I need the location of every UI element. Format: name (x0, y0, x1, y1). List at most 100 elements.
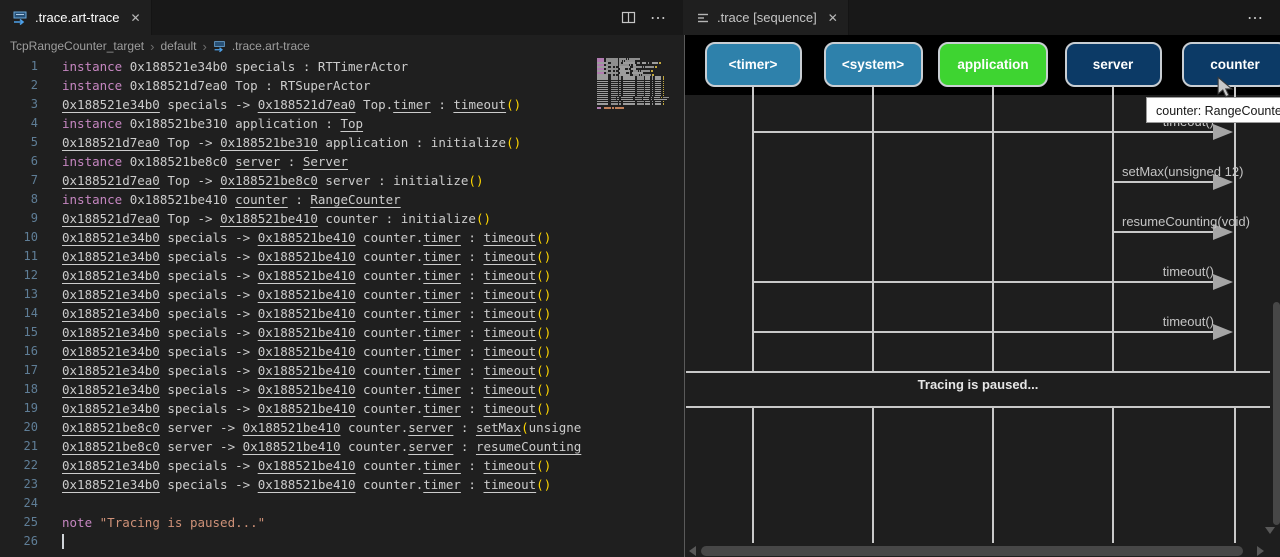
code-line[interactable]: 210x188521be8c0 server -> 0x188521be410 … (0, 437, 591, 456)
minimap-line (597, 103, 671, 105)
message-label: setMax(unsigned 12) (1122, 163, 1243, 180)
code-line[interactable]: 90x188521d7ea0 Top -> 0x188521be410 coun… (0, 209, 591, 228)
line-number: 9 (0, 209, 38, 228)
lifeline-header-box[interactable]: <system> (824, 42, 923, 87)
code-line[interactable]: 24 (0, 494, 591, 513)
close-icon[interactable]: ✕ (828, 11, 838, 25)
code-line[interactable]: 30x188521e34b0 specials -> 0x188521d7ea0… (0, 95, 591, 114)
code-line[interactable]: 70x188521d7ea0 Top -> 0x188521be8c0 serv… (0, 171, 591, 190)
line-number: 24 (0, 494, 38, 513)
code-text: instance 0x188521d7ea0 Top : RTSuperActo… (38, 76, 371, 95)
line-number: 1 (0, 57, 38, 76)
breadcrumb: TcpRangeCounter_target › default › .trac… (0, 35, 683, 57)
horizontal-scrollbar[interactable] (701, 546, 1243, 556)
code-line[interactable]: 1instance 0x188521e34b0 specials : RTTim… (0, 57, 591, 76)
line-number: 6 (0, 152, 38, 171)
lifeline-header-box[interactable]: server (1065, 42, 1162, 87)
code-line[interactable]: 26 (0, 532, 591, 551)
line-number: 23 (0, 475, 38, 494)
code-text: 0x188521e34b0 specials -> 0x188521be410 … (38, 399, 551, 418)
code-line[interactable]: 110x188521e34b0 specials -> 0x188521be41… (0, 247, 591, 266)
code-text: 0x188521be8c0 server -> 0x188521be410 co… (38, 437, 581, 456)
code-line[interactable]: 140x188521e34b0 specials -> 0x188521be41… (0, 304, 591, 323)
tab-trace-art-trace[interactable]: .trace.art-trace ✕ (0, 0, 152, 35)
code-line[interactable]: 50x188521d7ea0 Top -> 0x188521be310 appl… (0, 133, 591, 152)
minimap[interactable] (597, 58, 671, 111)
lifeline-header-box[interactable]: application (938, 42, 1048, 87)
line-number: 11 (0, 247, 38, 266)
code-text: note "Tracing is paused..." (38, 513, 265, 532)
lifeline-label: server (1093, 57, 1134, 72)
message-arrowhead-icon (1213, 274, 1233, 290)
breadcrumb-item[interactable]: TcpRangeCounter_target (10, 39, 144, 53)
split-editor-icon[interactable] (621, 10, 636, 25)
note-border (686, 406, 1270, 408)
code-line[interactable]: 100x188521e34b0 specials -> 0x188521be41… (0, 228, 591, 247)
line-number: 8 (0, 190, 38, 209)
code-line[interactable]: 130x188521e34b0 specials -> 0x188521be41… (0, 285, 591, 304)
code-line[interactable]: 4instance 0x188521be310 application : To… (0, 114, 591, 133)
code-text: 0x188521be8c0 server -> 0x188521be410 co… (38, 418, 581, 437)
line-number: 25 (0, 513, 38, 532)
message-line (1113, 181, 1215, 183)
right-tabbar: .trace [sequence] ✕ ⋯ (684, 0, 1280, 35)
trace-file-icon (213, 40, 226, 53)
lifeline (992, 87, 994, 372)
breadcrumb-item[interactable]: .trace.art-trace (232, 39, 310, 53)
more-actions-icon[interactable]: ⋯ (1247, 8, 1264, 28)
note-border (686, 371, 1270, 373)
sequence-diagram: <timer><system>applicationservercountert… (684, 35, 1280, 557)
code-text: 0x188521e34b0 specials -> 0x188521d7ea0 … (38, 95, 521, 114)
code-text: instance 0x188521be8c0 server : Server (38, 152, 348, 171)
more-actions-icon[interactable]: ⋯ (650, 8, 667, 28)
breadcrumb-separator-icon: › (202, 39, 206, 54)
code-text: 0x188521e34b0 specials -> 0x188521be410 … (38, 323, 551, 342)
code-text: 0x188521e34b0 specials -> 0x188521be410 … (38, 285, 551, 304)
code-line[interactable]: 120x188521e34b0 specials -> 0x188521be41… (0, 266, 591, 285)
code-line[interactable]: 190x188521e34b0 specials -> 0x188521be41… (0, 399, 591, 418)
code-line[interactable]: 160x188521e34b0 specials -> 0x188521be41… (0, 342, 591, 361)
code-line[interactable]: 6instance 0x188521be8c0 server : Server (0, 152, 591, 171)
lifeline (1112, 408, 1114, 543)
lifeline-label: <timer> (729, 57, 778, 72)
lifeline (992, 408, 994, 543)
line-number: 7 (0, 171, 38, 190)
line-number: 22 (0, 456, 38, 475)
lifeline-tooltip: counter: RangeCounter (1146, 97, 1280, 123)
code-line[interactable]: 180x188521e34b0 specials -> 0x188521be41… (0, 380, 591, 399)
note-text: Tracing is paused... (685, 377, 1271, 392)
trace-file-icon (12, 10, 28, 26)
scroll-left-icon[interactable] (689, 546, 696, 556)
code-line[interactable]: 2instance 0x188521d7ea0 Top : RTSuperAct… (0, 76, 591, 95)
code-line[interactable]: 230x188521e34b0 specials -> 0x188521be41… (0, 475, 591, 494)
line-number: 2 (0, 76, 38, 95)
code-text: instance 0x188521be410 counter : RangeCo… (38, 190, 401, 209)
lifeline (1234, 408, 1236, 543)
code-text: 0x188521e34b0 specials -> 0x188521be410 … (38, 247, 551, 266)
code-text: 0x188521e34b0 specials -> 0x188521be410 … (38, 342, 551, 361)
scroll-right-icon[interactable] (1257, 546, 1264, 556)
code-line[interactable]: 170x188521e34b0 specials -> 0x188521be41… (0, 361, 591, 380)
tab-label: .trace [sequence] (717, 10, 817, 25)
message-arrowhead-icon (1213, 324, 1233, 340)
lifeline-header-box[interactable]: <timer> (705, 42, 802, 87)
scroll-down-icon[interactable] (1265, 527, 1275, 534)
lifeline (872, 87, 874, 372)
code-line[interactable]: 200x188521be8c0 server -> 0x188521be410 … (0, 418, 591, 437)
tab-trace-sequence[interactable]: .trace [sequence] ✕ (684, 0, 849, 35)
line-number: 19 (0, 399, 38, 418)
code-text: 0x188521e34b0 specials -> 0x188521be410 … (38, 361, 551, 380)
code-line[interactable]: 8instance 0x188521be410 counter : RangeC… (0, 190, 591, 209)
code-line[interactable]: 25note "Tracing is paused..." (0, 513, 591, 532)
message-line (753, 281, 1215, 283)
line-number: 21 (0, 437, 38, 456)
vertical-scrollbar[interactable] (1273, 302, 1280, 525)
code-line[interactable]: 220x188521e34b0 specials -> 0x188521be41… (0, 456, 591, 475)
code-text: 0x188521e34b0 specials -> 0x188521be410 … (38, 304, 551, 323)
code-text: 0x188521e34b0 specials -> 0x188521be410 … (38, 456, 551, 475)
close-icon[interactable]: ✕ (131, 11, 141, 25)
breadcrumb-item[interactable]: default (160, 39, 196, 53)
line-number: 13 (0, 285, 38, 304)
code-line[interactable]: 150x188521e34b0 specials -> 0x188521be41… (0, 323, 591, 342)
code-editor[interactable]: 1instance 0x188521e34b0 specials : RTTim… (0, 57, 591, 557)
